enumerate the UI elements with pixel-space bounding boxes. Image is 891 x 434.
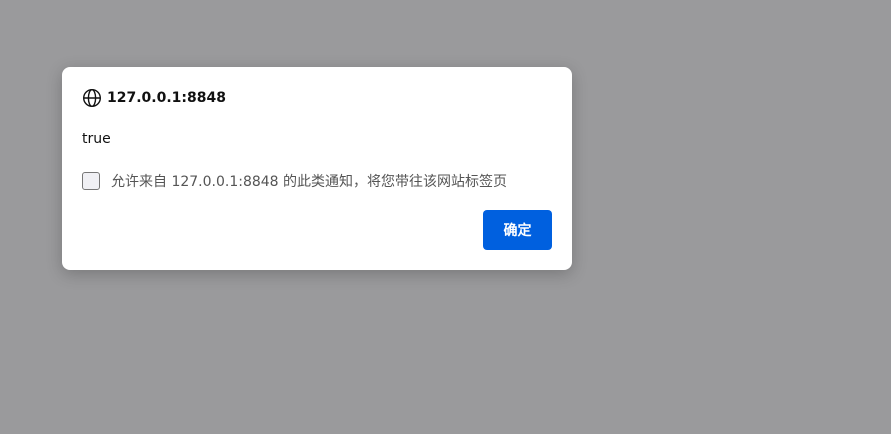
alert-dialog: 127.0.0.1:8848 true 允许来自 127.0.0.1:8848 … xyxy=(62,67,572,270)
allow-notifications-checkbox[interactable] xyxy=(82,172,100,190)
ok-button[interactable]: 确定 xyxy=(483,210,552,250)
dialog-message: true xyxy=(82,131,111,147)
dialog-header: 127.0.0.1:8848 xyxy=(82,87,226,109)
allow-notifications-label[interactable]: 允许来自 127.0.0.1:8848 的此类通知，将您带往该网站标签页 xyxy=(111,171,507,191)
dialog-origin: 127.0.0.1:8848 xyxy=(107,90,226,106)
notification-permission-row: 允许来自 127.0.0.1:8848 的此类通知，将您带往该网站标签页 xyxy=(82,170,507,192)
globe-icon xyxy=(82,88,102,108)
